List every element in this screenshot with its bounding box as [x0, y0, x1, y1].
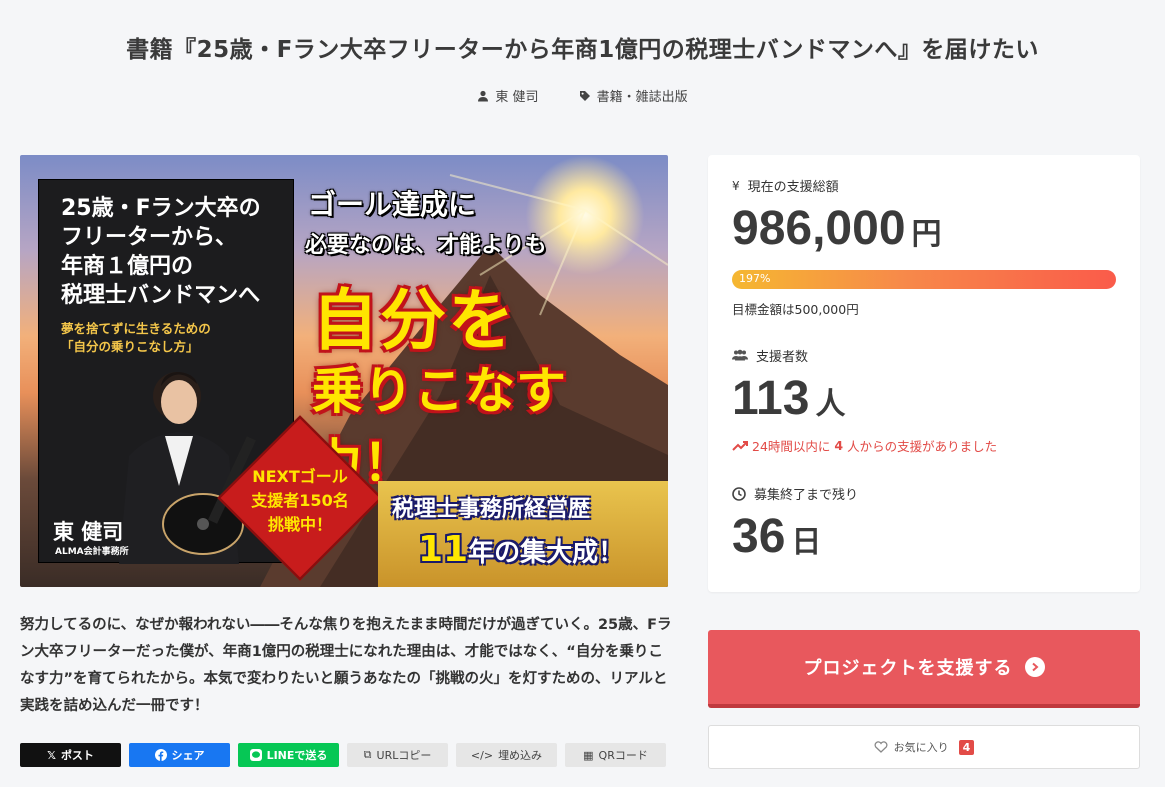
favorite-button[interactable]: お気に入り 4: [708, 725, 1140, 769]
facebook-icon: [154, 749, 167, 761]
amount-label-row: ¥ 現在の支援総額: [732, 176, 839, 196]
remaining-value-row: 36 日: [732, 509, 821, 564]
trending-up-icon: [732, 440, 748, 451]
x-logo-icon: 𝕏: [47, 748, 56, 762]
qr-code-label: QRコード: [598, 749, 648, 762]
hero-big-text-1: 自分を: [312, 282, 516, 359]
copy-icon: ⧉: [363, 748, 372, 761]
recent-backers-notice: 24時間以内に 4 人からの支援がありました: [732, 436, 997, 455]
experience-banner-line-2: 11年の集大成！: [418, 529, 624, 570]
favorite-label: お気に入り: [893, 741, 949, 754]
code-icon: </>: [470, 748, 494, 762]
amount-value: 986,000: [732, 202, 906, 255]
remaining-unit: 日: [791, 526, 822, 559]
backers-label: 支援者数: [756, 350, 809, 365]
experience-banner-suffix: 年の集大成！: [468, 538, 625, 568]
backers-unit: 人: [815, 388, 846, 421]
backers-value: 113: [732, 372, 810, 425]
share-x-button[interactable]: 𝕏 ポスト: [20, 743, 121, 767]
category-link[interactable]: 書籍・雑誌出版: [579, 86, 688, 105]
users-icon: [732, 349, 748, 361]
recent-count: 4: [834, 438, 844, 453]
share-bar: 𝕏 ポスト シェア LINEで送る ⧉ URLコピー </> 埋め込み ▦ QR…: [20, 743, 666, 767]
recent-prefix: 24時間以内に: [752, 439, 831, 454]
funding-stats-card: ¥ 現在の支援総額 986,000 円 197% 目標金額は500,000円 支援…: [708, 155, 1140, 592]
amount-unit: 円: [911, 218, 942, 251]
hero-headline-2: 必要なのは、才能よりも: [305, 233, 547, 258]
project-description: 努力してるのに、なぜか報われない――そんな焦りを抱えたまま時間だけが過ぎていく。…: [20, 617, 672, 714]
backers-value-row: 113 人: [732, 371, 845, 426]
amount-label: 現在の支援総額: [747, 180, 839, 195]
author-link[interactable]: 東 健司: [477, 86, 539, 105]
experience-years: 11: [418, 529, 469, 570]
page-title: 書籍『25歳・Fラン大卒フリーターから年商1億円の税理士バンドマンへ』を届けたい: [126, 37, 1039, 63]
experience-banner-line-1: 税理士事務所経営歴: [392, 497, 591, 522]
remaining-label: 募集終了まで残り: [754, 488, 859, 503]
heart-icon: [874, 741, 888, 753]
project-meta: 東 健司 書籍・雑誌出版: [0, 86, 1165, 105]
project-main-image: 25歳・Fラン大卒の フリーターから、 年商１億円の 税理士バンドマンへ 夢を捨…: [20, 155, 668, 587]
goal-amount: 目標金額は500,000円: [732, 302, 859, 317]
progress-bar: 197%: [732, 270, 1116, 289]
tag-icon: [579, 90, 590, 101]
share-x-label: ポスト: [60, 749, 94, 762]
remaining-label-row: 募集終了まで残り: [732, 484, 858, 503]
support-project-button[interactable]: プロジェクトを支援する: [708, 630, 1140, 708]
backers-label-row: 支援者数: [732, 346, 808, 365]
favorite-count-badge: 4: [958, 739, 975, 755]
qr-code-icon: ▦: [583, 748, 594, 762]
book-cover-title: 25歳・Fラン大卒の フリーターから、 年商１億円の 税理士バンドマンへ: [61, 196, 261, 308]
user-icon: [478, 90, 489, 101]
progress-percent: 197%: [739, 272, 771, 285]
share-line-button[interactable]: LINEで送る: [238, 743, 339, 767]
amount-value-row: 986,000 円: [732, 201, 942, 256]
share-line-label: LINEで送る: [266, 749, 328, 762]
clock-icon: [732, 486, 746, 501]
recent-suffix: 人からの支援がありました: [847, 439, 998, 454]
qr-code-button[interactable]: ▦ QRコード: [565, 743, 666, 767]
book-cover-author: 東 健司: [53, 520, 124, 544]
author-name: 東 健司: [495, 90, 539, 105]
copy-url-button[interactable]: ⧉ URLコピー: [347, 743, 448, 767]
support-project-label: プロジェクトを支援する: [803, 658, 1013, 679]
book-cover-subtitle: 夢を捨てずに生きるための 「自分の乗りこなし方」: [61, 321, 211, 354]
category-name: 書籍・雑誌出版: [596, 90, 688, 105]
line-icon: [249, 749, 262, 761]
remaining-value: 36: [732, 510, 786, 563]
hero-headline-1: ゴール達成に: [308, 188, 477, 221]
book-cover-company: ALMA会計事務所: [55, 547, 129, 557]
embed-button[interactable]: </> 埋め込み: [456, 743, 557, 767]
share-facebook-label: シェア: [171, 749, 205, 762]
embed-label: 埋め込み: [498, 749, 543, 762]
arrow-right-circle-icon: [1024, 657, 1045, 677]
copy-url-label: URLコピー: [376, 749, 432, 762]
share-facebook-button[interactable]: シェア: [129, 743, 230, 767]
yen-icon: ¥: [732, 178, 740, 193]
next-goal-text: NEXTゴール 支援者150名 挑戦中！: [251, 467, 349, 534]
